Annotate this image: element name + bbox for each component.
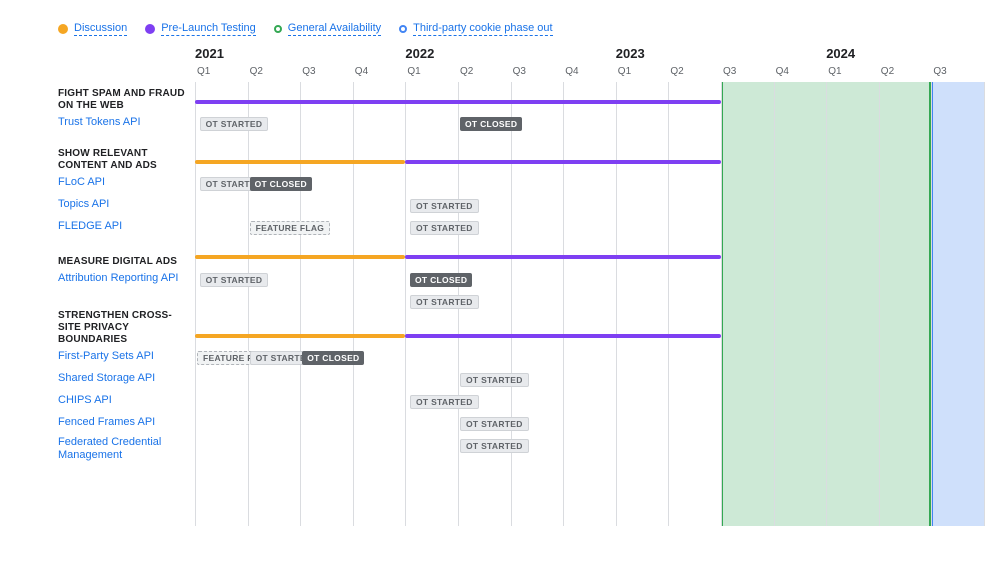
quarter-label: Q1 [828, 66, 841, 77]
api-link[interactable]: FLoC API [58, 176, 105, 189]
quarter-label: Q3 [302, 66, 315, 77]
quarter-label: Q3 [723, 66, 736, 77]
legend-label: General Availability [288, 22, 381, 36]
quarter-label: Q2 [250, 66, 263, 77]
event-badge: OT STARTED [410, 295, 479, 309]
section-title: SHOW RELEVANT CONTENT AND ADS [58, 148, 189, 172]
phase-bar [405, 160, 721, 164]
timeline-rows: OT STARTED OT CLOSED OT STARTED OT CLOSED OT… [195, 82, 985, 526]
api-link[interactable]: Attribution Reporting API [58, 272, 178, 285]
api-row: OT STARTED OT CLOSED [195, 268, 985, 290]
api-row: FEATURE FLAGOT STARTEDOT CLOSED [195, 346, 985, 368]
api-link[interactable]: CHIPS API [58, 394, 112, 407]
year-label: 2021 [195, 46, 224, 61]
quarter-label: Q4 [565, 66, 578, 77]
section-title: MEASURE DIGITAL ADS [58, 256, 177, 268]
legend-item[interactable]: Pre-Launch Testing [145, 22, 256, 36]
year-label: 2023 [616, 46, 645, 61]
api-link[interactable]: Topics API [58, 198, 109, 211]
api-link[interactable]: Federated Credential Management [58, 436, 189, 462]
api-row: OT STARTED [195, 390, 985, 412]
event-badge: OT CLOSED [410, 273, 472, 287]
api-link[interactable]: Shared Storage API [58, 372, 155, 385]
section-header-row [195, 142, 985, 172]
event-badge: OT STARTED [410, 199, 479, 213]
quarter-label: Q3 [933, 66, 946, 77]
event-badge: OT STARTED [200, 117, 269, 131]
api-row: OT STARTED [195, 194, 985, 216]
api-link[interactable]: Trust Tokens API [58, 116, 141, 129]
api-row: OT STARTED [195, 368, 985, 390]
api-link[interactable]: First-Party Sets API [58, 350, 154, 363]
legend: Discussion Pre-Launch Testing General Avai… [0, 0, 1000, 46]
event-badge: OT STARTED [460, 417, 529, 431]
legend-dot-icon [399, 25, 407, 33]
timeline-chart: 2021202220232024 Q1Q2Q3Q4Q1Q2Q3Q4Q1Q2Q3Q… [195, 46, 985, 526]
api-row: OT STARTED OT CLOSED [195, 112, 985, 134]
legend-item[interactable]: General Availability [274, 22, 381, 36]
year-label: 2024 [826, 46, 855, 61]
legend-item[interactable]: Third-party cookie phase out [399, 22, 552, 36]
phase-bar [405, 334, 721, 338]
api-row: OT STARTEDOT CLOSED [195, 172, 985, 194]
quarter-label: Q1 [407, 66, 420, 77]
section-title: FIGHT SPAM AND FRAUD ON THE WEB [58, 88, 189, 112]
legend-item[interactable]: Discussion [58, 22, 127, 36]
event-badge: OT CLOSED [302, 351, 364, 365]
row-labels: FIGHT SPAM AND FRAUD ON THE WEB Trust Tok… [0, 46, 195, 526]
api-row: OT STARTED [195, 434, 985, 464]
legend-label: Pre-Launch Testing [161, 22, 256, 36]
timeline-wrap: FIGHT SPAM AND FRAUD ON THE WEB Trust Tok… [0, 46, 1000, 526]
section-header-row [195, 316, 985, 346]
api-row: OT STARTED [195, 290, 985, 308]
phase-bar [195, 334, 405, 338]
phase-bar [195, 160, 405, 164]
api-row: FEATURE FLAG OT STARTED [195, 216, 985, 238]
phase-bar [195, 100, 721, 104]
api-row: OT STARTED [195, 412, 985, 434]
quarter-label: Q1 [618, 66, 631, 77]
quarter-label: Q4 [355, 66, 368, 77]
quarter-label: Q2 [881, 66, 894, 77]
quarter-label: Q1 [197, 66, 210, 77]
year-row: 2021 2022 2023 2024 [195, 46, 985, 64]
event-badge: OT STARTED [200, 273, 269, 287]
legend-dot-icon [58, 24, 68, 34]
quarter-label: Q2 [460, 66, 473, 77]
api-link[interactable]: FLEDGE API [58, 220, 122, 233]
quarter-row: Q1 Q2 Q3 Q4 Q1 Q2 Q3 Q4 Q1 Q2 Q3 Q4 Q1 Q2 Q3 [195, 66, 985, 82]
event-badge: OT STARTED [410, 221, 479, 235]
legend-dot-icon [145, 24, 155, 34]
section-header-row [195, 82, 985, 112]
event-badge: OT CLOSED [250, 177, 312, 191]
phase-bar [405, 255, 721, 259]
section-title: STRENGTHEN CROSS-SITE PRIVACY BOUNDARIES [58, 310, 189, 346]
quarter-label: Q2 [670, 66, 683, 77]
event-badge: OT STARTED [410, 395, 479, 409]
legend-label: Third-party cookie phase out [413, 22, 552, 36]
event-badge: OT CLOSED [460, 117, 522, 131]
quarter-label: Q3 [513, 66, 526, 77]
event-badge: FEATURE FLAG [250, 221, 331, 235]
phase-bar [195, 255, 405, 259]
legend-label: Discussion [74, 22, 127, 36]
event-badge: OT STARTED [460, 373, 529, 387]
year-label: 2022 [405, 46, 434, 61]
quarter-label: Q4 [776, 66, 789, 77]
event-badge: OT STARTED [460, 439, 529, 453]
api-link[interactable]: Fenced Frames API [58, 416, 155, 429]
legend-dot-icon [274, 25, 282, 33]
section-header-row [195, 246, 985, 268]
